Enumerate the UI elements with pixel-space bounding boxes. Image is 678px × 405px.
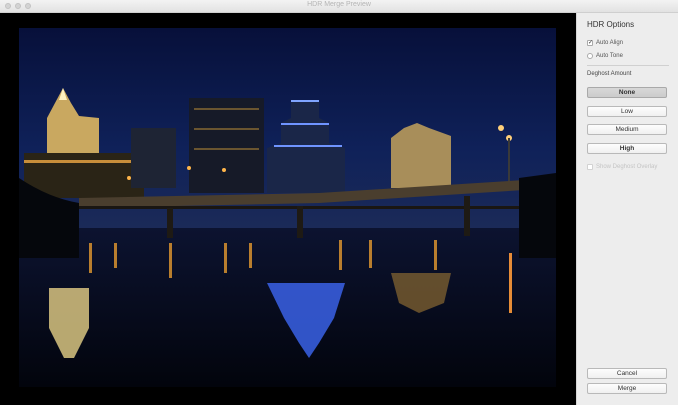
preview-area	[0, 13, 576, 405]
cancel-button[interactable]: Cancel	[587, 368, 667, 379]
panel-title: HDR Options	[587, 20, 635, 29]
check-icon: ✓	[587, 40, 594, 46]
auto-align-checkbox[interactable]: ✓ Auto Align	[587, 40, 623, 46]
deghost-none-button[interactable]: None	[587, 87, 667, 98]
auto-align-label: Auto Align	[596, 40, 624, 46]
hdr-options-panel: HDR Options ✓ Auto Align Auto Tone Degho…	[576, 13, 678, 405]
deghost-low-button[interactable]: Low	[587, 106, 667, 117]
deghost-high-button[interactable]: High	[587, 143, 667, 154]
auto-tone-checkbox[interactable]: Auto Tone	[587, 53, 623, 59]
divider	[587, 65, 669, 66]
merge-button[interactable]: Merge	[587, 383, 667, 394]
unchecked-box-icon	[587, 164, 593, 170]
show-deghost-overlay-checkbox[interactable]: Show Deghost Overlay	[587, 164, 657, 170]
show-overlay-label: Show Deghost Overlay	[596, 164, 658, 170]
auto-tone-label: Auto Tone	[596, 53, 623, 59]
deghost-medium-button[interactable]: Medium	[587, 124, 667, 135]
hdr-preview-image	[19, 28, 556, 387]
unchecked-box-icon	[587, 53, 593, 59]
deghost-amount-label: Deghost Amount	[587, 71, 632, 77]
title-bar: HDR Merge Preview	[0, 0, 678, 13]
window-title: HDR Merge Preview	[307, 1, 371, 8]
